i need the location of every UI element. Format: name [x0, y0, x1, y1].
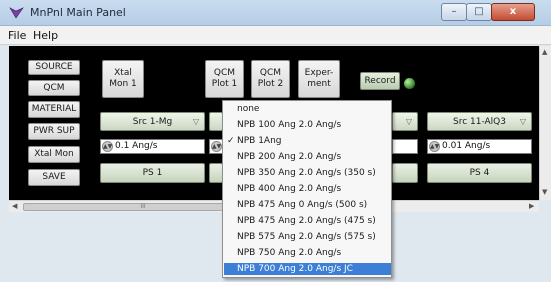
scroll-right-icon[interactable]: ▶: [529, 202, 534, 210]
xtal-mon-button[interactable]: Xtal Mon: [28, 146, 80, 163]
checkmark-icon: ✓: [227, 136, 235, 146]
spinner-icon[interactable]: ▲▼: [102, 141, 113, 152]
experiment-line2: ment: [307, 79, 331, 89]
list-item-label: NPB 400 Ang 2.0 Ang/s: [237, 184, 342, 194]
source-2-dropdown[interactable]: [209, 112, 223, 131]
scroll-up-icon[interactable]: ▲: [542, 48, 547, 56]
source-11-rate-value: 0.01 Ang/s: [442, 141, 491, 151]
record-indicator-led: [404, 78, 415, 89]
pwr-sup-button[interactable]: PWR SUP: [28, 123, 80, 140]
list-item-label: NPB 350 Ang 2.0 Ang/s (350 s): [237, 168, 376, 178]
chevron-down-icon: ▽: [405, 117, 412, 126]
record-button[interactable]: Record: [360, 72, 400, 90]
list-item[interactable]: NPB 400 Ang 2.0 Ang/s: [224, 183, 391, 195]
source-3-rate-field[interactable]: [392, 139, 418, 154]
source-3-dropdown[interactable]: ▽: [392, 112, 418, 131]
window-title: MnPnl Main Panel: [30, 6, 126, 19]
list-item[interactable]: NPB 475 Ang 2.0 Ang/s (475 s): [224, 215, 391, 227]
list-item-label: NPB 100 Ang 2.0 Ang/s: [237, 120, 342, 130]
source-2-rate-field[interactable]: ▲▼: [209, 139, 223, 154]
menu-bar: File Help: [0, 26, 551, 45]
vertical-scrollbar[interactable]: ▲ ▼: [539, 46, 551, 200]
source-11-dropdown[interactable]: Src 11-AlQ3 ▽: [427, 112, 532, 131]
source-11-label: Src 11-AlQ3: [453, 116, 506, 127]
scroll-left-icon[interactable]: ◀: [12, 202, 17, 210]
title-bar: MnPnl Main Panel – □ x: [0, 0, 551, 26]
source-1-rate-value: 0.1 Ang/s: [115, 141, 158, 151]
qcm-plot-1-button[interactable]: QCM Plot 1: [205, 60, 244, 98]
source-button[interactable]: SOURCE: [28, 60, 80, 75]
close-button[interactable]: x: [491, 3, 535, 21]
list-item[interactable]: NPB 200 Ang 2.0 Ang/s: [224, 151, 391, 163]
qcm-plot-2-button[interactable]: QCM Plot 2: [251, 60, 290, 98]
list-item-label: NPB 475 Ang 0 Ang/s (500 s): [237, 200, 368, 210]
list-item[interactable]: NPB 350 Ang 2.0 Ang/s (350 s): [224, 167, 391, 179]
save-button[interactable]: SAVE: [28, 169, 80, 186]
list-item-label: NPB 700 Ang 2.0 Ang/s JC: [237, 264, 353, 274]
app-window: MnPnl Main Panel – □ x File Help SOURCE …: [0, 0, 551, 282]
ps-4-button[interactable]: PS 4: [427, 163, 532, 183]
chevron-down-icon: ▽: [192, 117, 199, 126]
list-item[interactable]: NPB 475 Ang 0 Ang/s (500 s): [224, 199, 391, 211]
qcm-plot-2-line2: Plot 2: [257, 79, 284, 89]
ps-1-button[interactable]: PS 1: [100, 163, 205, 183]
list-item-label: NPB 575 Ang 2.0 Ang/s (575 s): [237, 232, 376, 242]
list-item-checked[interactable]: ✓ NPB 1Ang: [224, 135, 391, 147]
qcm-plot-1-line1: QCM: [213, 68, 236, 78]
source-11-rate-field[interactable]: ▲▼ 0.01 Ang/s: [427, 139, 532, 154]
xtal-mon-1-line1: Xtal: [114, 68, 132, 78]
menu-help[interactable]: Help: [33, 29, 58, 42]
maximize-button[interactable]: □: [466, 3, 492, 21]
list-item-highlighted[interactable]: NPB 700 Ang 2.0 Ang/s JC: [224, 263, 391, 275]
list-item[interactable]: none: [224, 103, 391, 115]
menu-file[interactable]: File: [8, 29, 26, 42]
qcm-button[interactable]: QCM: [28, 80, 80, 96]
source-1-dropdown[interactable]: Src 1-Mg ▽: [100, 112, 205, 131]
list-item-label: NPB 1Ang: [237, 136, 282, 146]
list-item-label: none: [237, 104, 260, 114]
material-button[interactable]: MATERIAL: [28, 101, 80, 118]
experiment-button[interactable]: Exper- ment: [298, 60, 340, 98]
minimize-button[interactable]: –: [441, 3, 467, 21]
xtal-mon-1-button[interactable]: Xtal Mon 1: [102, 60, 144, 98]
ps-2-button[interactable]: [209, 163, 223, 183]
list-item[interactable]: NPB 100 Ang 2.0 Ang/s: [224, 119, 391, 131]
list-item-label: NPB 750 Ang 2.0 Ang/s: [237, 248, 342, 258]
source-1-label: Src 1-Mg: [132, 116, 173, 127]
chevron-down-icon: ▽: [519, 117, 526, 126]
list-item-label: NPB 200 Ang 2.0 Ang/s: [237, 152, 342, 162]
xtal-mon-1-line2: Mon 1: [109, 79, 137, 89]
scroll-down-icon[interactable]: ▼: [542, 188, 547, 196]
list-item[interactable]: NPB 750 Ang 2.0 Ang/s: [224, 247, 391, 259]
app-logo-icon: [9, 7, 24, 19]
list-item[interactable]: NPB 575 Ang 2.0 Ang/s (575 s): [224, 231, 391, 243]
spinner-icon[interactable]: ▲▼: [211, 141, 222, 152]
material-dropdown-list: none NPB 100 Ang 2.0 Ang/s ✓ NPB 1Ang NP…: [222, 100, 392, 278]
experiment-line1: Exper-: [304, 68, 334, 78]
list-item-label: NPB 475 Ang 2.0 Ang/s (475 s): [237, 216, 376, 226]
qcm-plot-1-line2: Plot 1: [211, 79, 238, 89]
ps-3-button[interactable]: [392, 163, 418, 183]
spinner-icon[interactable]: ▲▼: [429, 141, 440, 152]
source-1-rate-field[interactable]: ▲▼ 0.1 Ang/s: [100, 139, 205, 154]
qcm-plot-2-line1: QCM: [259, 68, 282, 78]
